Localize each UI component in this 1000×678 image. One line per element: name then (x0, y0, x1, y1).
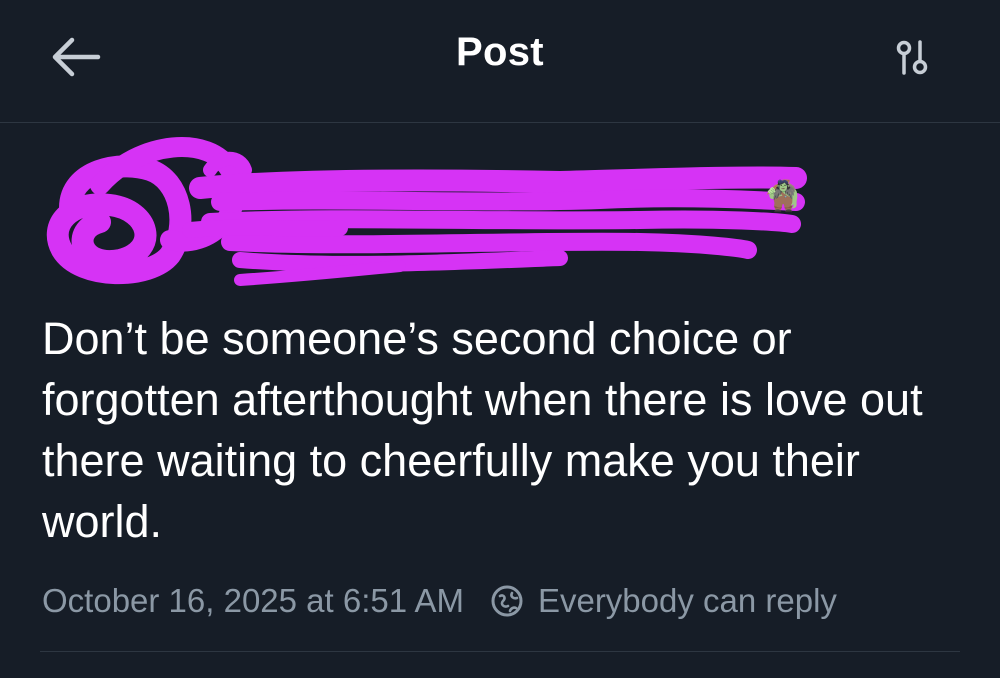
globe-icon (491, 585, 523, 617)
author-info-redacted[interactable]: 🧌 (40, 130, 820, 310)
post-meta: October 16, 2025 at 6:51 AM Everybody ca… (42, 578, 837, 624)
post-settings-button[interactable] (880, 30, 952, 86)
redaction-scribble: 🧌 (46, 137, 807, 286)
top-bar: Post (0, 0, 1000, 123)
sliders-icon (896, 40, 928, 75)
reply-permission-label: Everybody can reply (537, 582, 837, 619)
page-title: Post (456, 30, 544, 74)
post-timestamp: October 16, 2025 at 6:51 AM (42, 582, 464, 619)
post-detail-screen: Post 🧌 Don’t be someone’s second choice … (0, 0, 1000, 678)
redacted-emoji: 🧌 (764, 178, 801, 214)
reply-permission[interactable]: Everybody can reply (490, 582, 837, 620)
post-body: Don’t be someone’s second choice or forg… (42, 313, 923, 547)
bottom-divider (40, 651, 960, 652)
